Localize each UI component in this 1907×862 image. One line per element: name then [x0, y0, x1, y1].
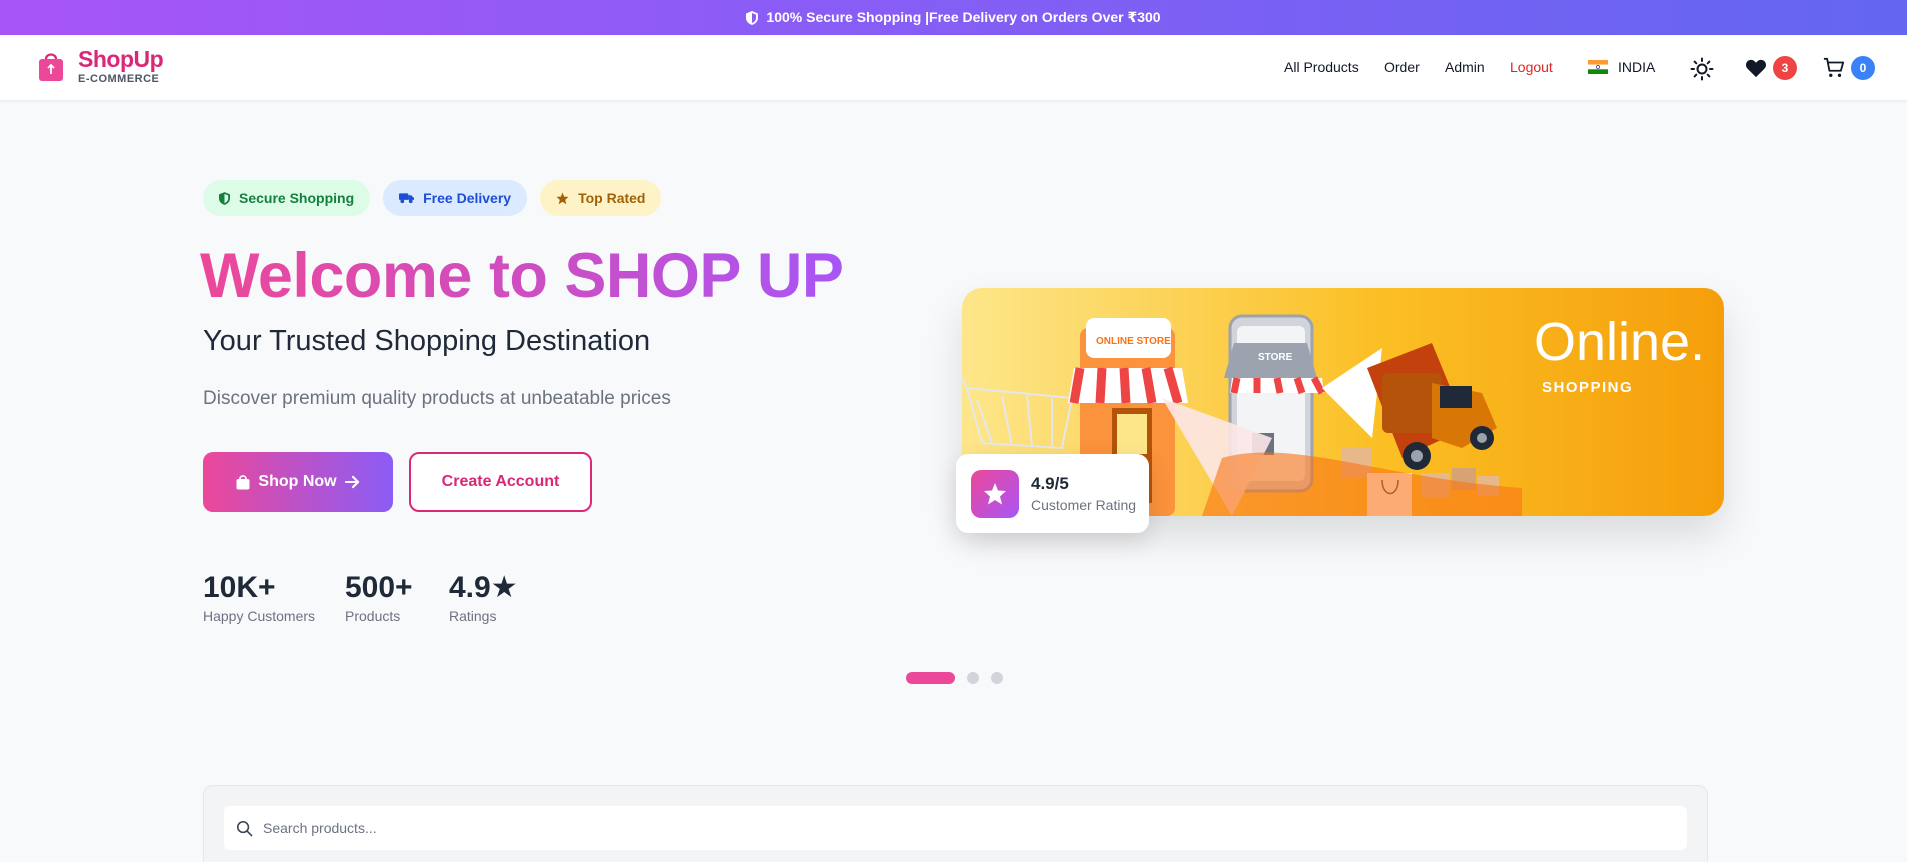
sun-icon — [1690, 57, 1714, 81]
heart-icon — [1745, 59, 1767, 78]
arrow-right-icon — [344, 475, 359, 489]
boxes-illustration — [1202, 448, 1522, 516]
shop-now-button[interactable]: Shop Now — [203, 452, 393, 512]
header: ShopUp E-COMMERCE All Products Order Adm… — [0, 35, 1907, 100]
country-label: INDIA — [1618, 59, 1656, 75]
nav-logout[interactable]: Logout — [1510, 59, 1553, 75]
search-box[interactable] — [224, 806, 1687, 850]
star-icon — [556, 192, 569, 204]
svg-text:ONLINE STORE: ONLINE STORE — [1096, 336, 1171, 347]
rating-card: 4.9/5 Customer Rating — [956, 454, 1149, 533]
carousel-dot-1[interactable] — [906, 672, 955, 684]
pill-top-rated: Top Rated — [540, 180, 662, 216]
india-flag-icon — [1588, 60, 1608, 74]
stat-products: 500+ Products — [345, 571, 413, 624]
carousel-dot-2[interactable] — [967, 672, 979, 684]
announcement-text: 100% Secure Shopping |Free Delivery on O… — [766, 9, 1161, 25]
logo[interactable]: ShopUp E-COMMERCE — [38, 46, 164, 85]
delivery-truck-illustration — [1367, 343, 1497, 470]
theme-toggle[interactable] — [1690, 57, 1714, 81]
search-panel — [203, 785, 1708, 862]
search-input[interactable] — [263, 820, 1663, 836]
star-icon — [984, 482, 1006, 504]
cart-button[interactable]: 0 — [1823, 56, 1875, 80]
brand-name: ShopUp — [78, 46, 164, 72]
brand-subtitle: E-COMMERCE — [78, 73, 160, 85]
svg-text:STORE: STORE — [1258, 352, 1293, 363]
hero-description: Discover premium quality products at unb… — [203, 388, 671, 409]
carousel-dots — [906, 672, 1003, 684]
banner-subheadline: SHOPPING — [1542, 379, 1633, 396]
nav-admin[interactable]: Admin — [1445, 59, 1485, 75]
search-icon — [236, 820, 253, 836]
country-selector[interactable]: INDIA — [1588, 59, 1655, 75]
shield-icon — [219, 191, 230, 205]
rating-label: Customer Rating — [1031, 497, 1137, 513]
nav-order[interactable]: Order — [1384, 59, 1420, 75]
carousel-dot-3[interactable] — [991, 672, 1003, 684]
wishlist-button[interactable]: 3 — [1745, 56, 1797, 80]
truck-icon — [399, 193, 415, 204]
shield-icon — [746, 10, 759, 25]
hero-subtitle: Your Trusted Shopping Destination — [203, 325, 651, 357]
stat-customers: 10K+ Happy Customers — [203, 571, 316, 624]
wishlist-count-badge: 3 — [1773, 56, 1797, 80]
pill-free-delivery: Free Delivery — [383, 180, 528, 216]
cart-count-badge: 0 — [1851, 56, 1875, 80]
banner-headline: Online. — [1534, 312, 1705, 372]
cart-icon — [1823, 57, 1845, 77]
create-account-button[interactable]: Create Account — [409, 452, 592, 512]
pill-secure-shopping: Secure Shopping — [203, 180, 371, 216]
hero-title: Welcome to SHOP UP — [200, 241, 844, 311]
announcement-bar: 100% Secure Shopping |Free Delivery on O… — [0, 0, 1907, 35]
rating-badge — [971, 469, 1019, 518]
nav-all-products[interactable]: All Products — [1284, 59, 1359, 75]
shopping-bag-icon — [236, 475, 250, 490]
stat-ratings: 4.9★ Ratings — [449, 571, 518, 624]
shopping-bag-icon — [39, 53, 63, 81]
feature-pills: Secure Shopping Free Delivery Top Rated — [203, 180, 662, 216]
rating-value: 4.9/5 — [1031, 474, 1069, 493]
shopping-cart-illustration — [962, 376, 1074, 450]
